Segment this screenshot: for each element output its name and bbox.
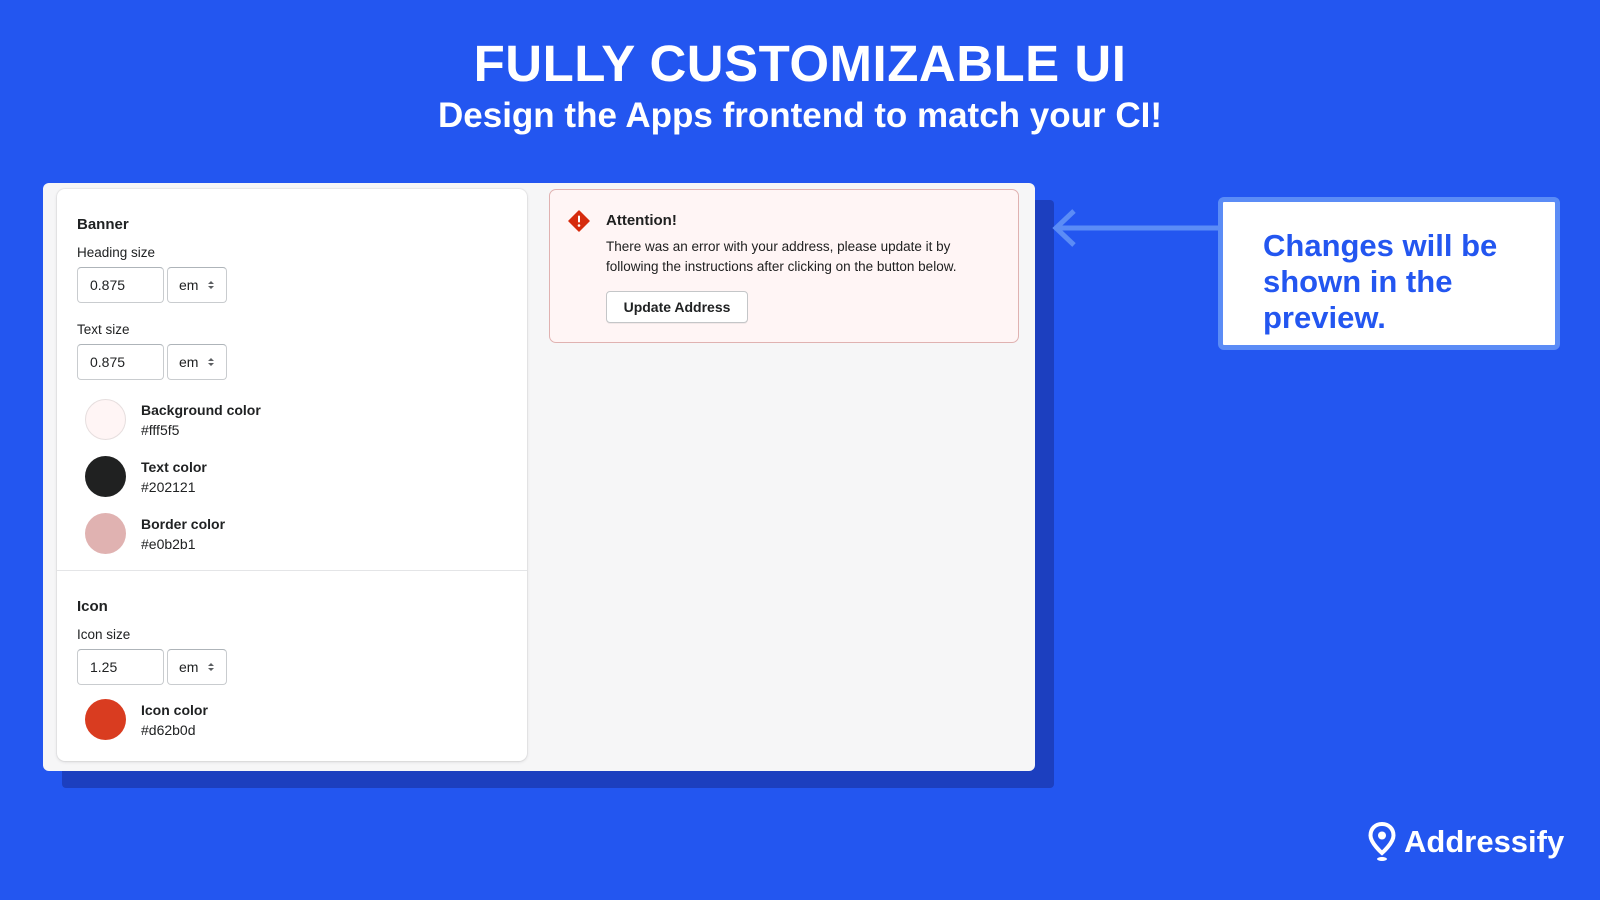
icon-color-hex: #d62b0d [141,722,196,738]
background-color-hex: #fff5f5 [141,422,180,438]
arrow-left-icon [1052,209,1220,247]
banner-message: There was an error with your address, pl… [606,239,957,274]
banner-section-title: Banner [77,216,129,233]
icon-size-unit-value: em [179,659,199,675]
select-arrows-icon [208,358,214,366]
border-color-swatch[interactable] [85,513,126,554]
background-color-name: Background color [141,402,261,418]
border-color-hex: #e0b2b1 [141,536,196,552]
border-color-name: Border color [141,516,226,532]
heading-size-label: Heading size [77,245,156,260]
text-size-input[interactable] [77,344,164,380]
hero-title: FULLY CUSTOMIZABLE UI [473,35,1127,92]
banner-heading: Attention! [606,212,677,229]
text-size-label: Text size [77,322,130,337]
preview-callout: Changes will be shown in the preview. [1218,197,1560,350]
callout-text: Changes will be shown in the preview. [1263,228,1498,335]
banner-settings-section: Banner Heading size em Text size em Back… [57,189,527,571]
icon-color-name: Icon color [141,702,208,718]
hero-subtitle: Design the Apps frontend to match your C… [438,96,1162,135]
icon-size-unit-select[interactable]: em [167,649,227,685]
heading-size-unit-select[interactable]: em [167,267,227,303]
background-color-swatch[interactable] [85,399,126,440]
icon-section-title: Icon [77,598,108,615]
banner-preview: Attention! There was an error with your … [549,189,1019,343]
icon-size-label: Icon size [77,627,131,642]
text-color-swatch[interactable] [85,456,126,497]
select-arrows-icon [208,663,214,671]
text-color-name: Text color [141,459,207,475]
select-arrows-icon [208,281,214,289]
text-color-hex: #202121 [141,479,196,495]
text-size-unit-select[interactable]: em [167,344,227,380]
icon-settings-section: Icon Icon size em Icon color #d62b0d [57,571,527,761]
heading-size-unit-value: em [179,277,199,293]
brand-name: Addressify [1404,824,1565,859]
settings-card: Banner Heading size em Text size em Back… [57,189,527,761]
brand-logo: Addressify [1368,820,1568,864]
icon-color-swatch[interactable] [85,699,126,740]
update-address-button[interactable]: Update Address [606,291,748,323]
app-window: Banner Heading size em Text size em Back… [43,183,1035,771]
map-pin-icon [1368,822,1396,861]
alert-diamond-icon [568,210,590,232]
icon-size-input[interactable] [77,649,164,685]
text-size-unit-value: em [179,354,199,370]
heading-size-input[interactable] [77,267,164,303]
